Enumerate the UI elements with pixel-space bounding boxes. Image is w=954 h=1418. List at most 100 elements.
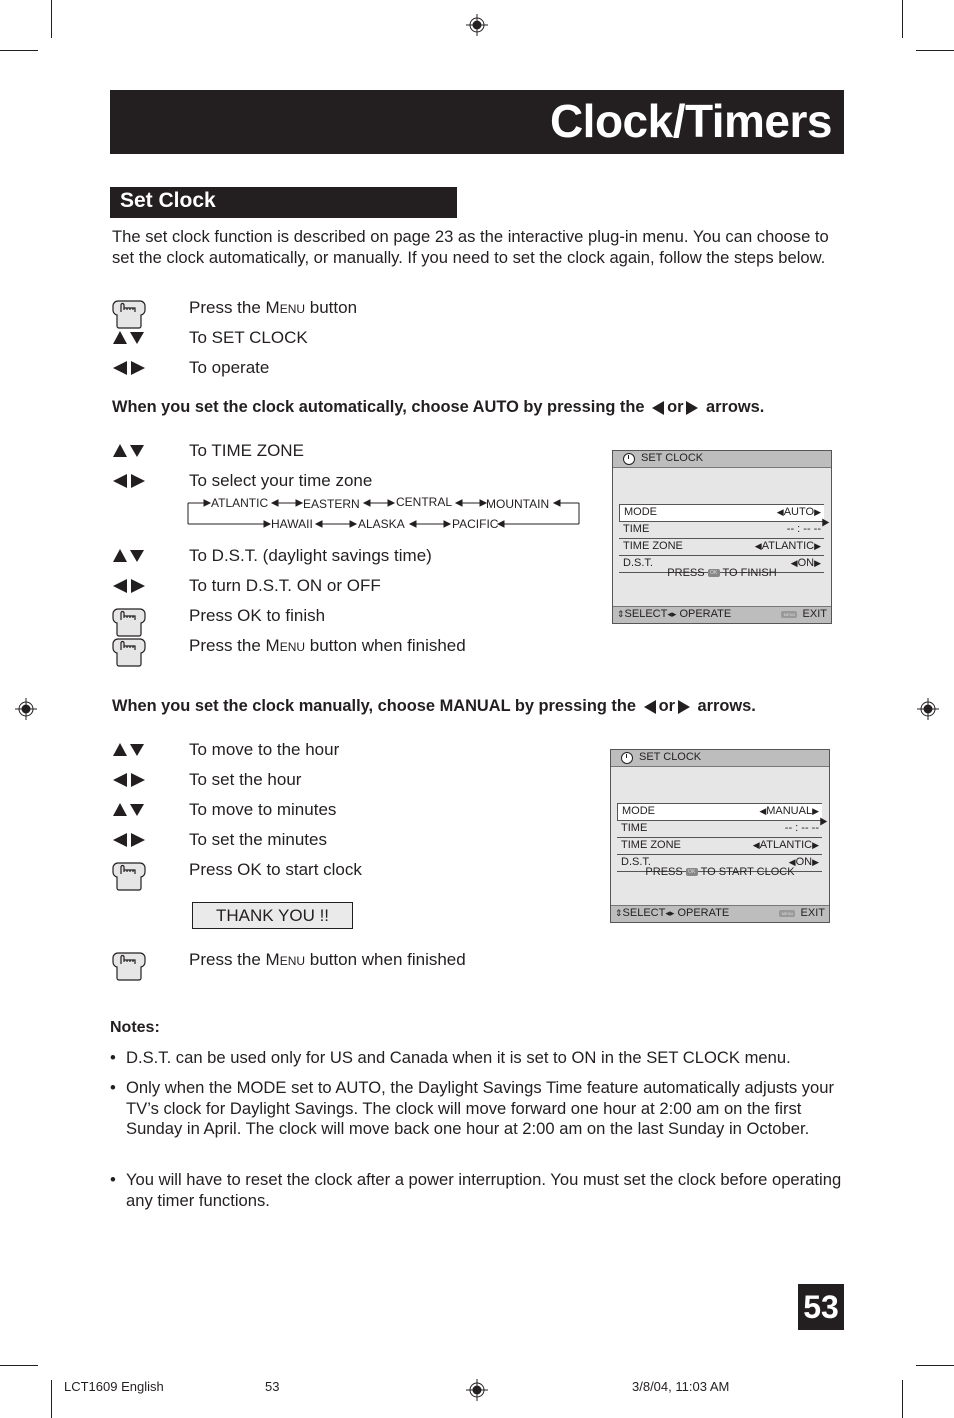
footer-doc-name: LCT1609 English bbox=[64, 1379, 164, 1394]
step-text: To TIME ZONE bbox=[189, 441, 304, 460]
page-title: Clock/Timers bbox=[549, 95, 833, 147]
manual-heading: When you set the clock manually, choose … bbox=[112, 697, 756, 715]
note-item: • Only when the MODE set to AUTO, the Day… bbox=[110, 1078, 835, 1139]
step-text: To move to the hour bbox=[189, 740, 340, 759]
hand-press-icon bbox=[112, 860, 152, 891]
osd-row[interactable]: MODE ◀MANUAL▶ bbox=[617, 803, 822, 821]
notes-title: Notes: bbox=[110, 1019, 160, 1036]
osd-row[interactable]: TIME ZONE ◀ATLANTIC▶ bbox=[617, 838, 822, 855]
osd-header: SET CLOCK bbox=[611, 750, 829, 767]
crop-mark bbox=[916, 50, 954, 51]
registration-mark-icon bbox=[466, 1379, 488, 1401]
time-zone-label: PACIFIC bbox=[452, 517, 499, 531]
up-down-arrows-icon bbox=[112, 742, 152, 772]
left-arrow-icon bbox=[652, 400, 665, 415]
osd-title: SET CLOCK bbox=[641, 452, 704, 464]
left-right-arrows-icon: ◂▸ bbox=[667, 609, 677, 619]
osd-exit-hint: MENU EXIT bbox=[781, 608, 827, 620]
step-text: Press the Menu button when finished bbox=[189, 636, 466, 655]
step-text: To SET CLOCK bbox=[189, 328, 308, 347]
osd-instruction: PRESS OK TO START CLOCK bbox=[645, 866, 795, 878]
section-header: Set Clock bbox=[110, 187, 457, 218]
hand-press-icon bbox=[112, 298, 152, 329]
step-text: To turn D.S.T. ON or OFF bbox=[189, 576, 381, 595]
osd-set-clock-auto: SET CLOCK MODE ◀AUTO▶ TIME -- : -- -- TIME ZO… bbox=[612, 450, 832, 624]
time-zone-label: MOUNTAIN bbox=[486, 497, 550, 511]
crop-mark bbox=[916, 1365, 954, 1366]
ok-button-icon: OK bbox=[685, 868, 698, 877]
page-number-badge: 53 bbox=[798, 1284, 844, 1330]
registration-mark-icon bbox=[15, 698, 37, 720]
osd-row-label: TIME bbox=[623, 523, 650, 535]
up-down-arrows-icon bbox=[112, 443, 152, 473]
left-right-arrows-icon: ◂▸ bbox=[665, 908, 675, 918]
osd-row-value: ◀MANUAL▶ bbox=[759, 805, 819, 817]
osd-footer-hint: ⇕SELECT◂▸ OPERATE bbox=[615, 907, 730, 919]
osd-row[interactable]: TIME -- : -- -- bbox=[619, 522, 824, 539]
osd-row-value: ◀ATLANTIC▶ bbox=[754, 540, 821, 552]
footer-page: 53 bbox=[265, 1379, 280, 1394]
auto-heading: When you set the clock automatically, ch… bbox=[112, 398, 765, 416]
osd-row[interactable]: MODE ◀AUTO▶ bbox=[619, 504, 824, 522]
step-text: To set the minutes bbox=[189, 830, 327, 849]
up-down-arrows-icon bbox=[112, 548, 152, 578]
crop-mark bbox=[0, 50, 38, 51]
osd-row[interactable]: TIME ZONE ◀ATLANTIC▶ bbox=[619, 539, 824, 556]
time-zone-label: HAWAII bbox=[271, 517, 313, 531]
menu-button-icon: MENU bbox=[779, 909, 796, 917]
time-zone-label: ATLANTIC bbox=[211, 496, 269, 510]
osd-row-value: ◀ATLANTIC▶ bbox=[752, 839, 819, 851]
right-arrow-icon bbox=[677, 699, 690, 714]
left-right-arrows-icon bbox=[112, 360, 152, 390]
osd-row-value: -- : -- -- bbox=[784, 822, 819, 834]
step-text: Press the Menu button bbox=[189, 298, 358, 317]
left-right-arrows-icon bbox=[112, 473, 152, 503]
osd-row-label: MODE bbox=[622, 805, 655, 817]
time-zone-cycle-diagram: ATLANTIC EASTERN CENTRAL MOUNTAIN HAWAII… bbox=[186, 494, 581, 531]
up-down-arrows-icon: ⇕ bbox=[617, 609, 625, 619]
registration-mark-icon bbox=[917, 698, 939, 720]
footer-date: 3/8/04, 11:03 AM bbox=[632, 1379, 730, 1394]
osd-row-label: MODE bbox=[624, 506, 657, 518]
note-item: • You will have to reset the clock after … bbox=[110, 1170, 842, 1210]
step-text: Press OK to start clock bbox=[189, 860, 362, 879]
crop-mark bbox=[902, 0, 903, 38]
osd-footer: ⇕SELECT◂▸ OPERATE MENU EXIT bbox=[611, 905, 829, 922]
osd-row[interactable]: TIME -- : -- -- bbox=[617, 821, 822, 838]
registration-mark-icon bbox=[466, 14, 488, 36]
step-text: To select your time zone bbox=[189, 471, 373, 490]
up-down-arrows-icon bbox=[112, 802, 152, 832]
thank-you-message: THANK YOU !! bbox=[192, 902, 353, 929]
osd-row-value: -- : -- -- bbox=[786, 523, 821, 535]
osd-row-value: ◀AUTO▶ bbox=[776, 506, 821, 518]
time-zone-label: ALASKA bbox=[358, 517, 405, 531]
up-down-arrows-icon: ⇕ bbox=[615, 908, 623, 918]
note-item: • D.S.T. can be used only for US and Cana… bbox=[110, 1048, 791, 1067]
osd-instruction: PRESS OK TO FINISH bbox=[667, 567, 777, 579]
time-zone-label: CENTRAL bbox=[396, 495, 453, 509]
left-right-arrows-icon bbox=[112, 832, 152, 862]
hand-press-icon bbox=[112, 636, 152, 667]
step-text: Press OK to finish bbox=[189, 606, 326, 625]
step-text: To operate bbox=[189, 358, 270, 377]
crop-mark bbox=[902, 1380, 903, 1418]
clock-icon bbox=[623, 453, 635, 465]
crop-mark bbox=[51, 0, 52, 38]
osd-row-label: TIME bbox=[621, 822, 648, 834]
section-title: Set Clock bbox=[120, 189, 216, 212]
left-right-arrows-icon bbox=[112, 772, 152, 802]
osd-row-label: TIME ZONE bbox=[623, 540, 683, 552]
step-text: To move to minutes bbox=[189, 800, 337, 819]
intro-paragraph: The set clock function is described on p… bbox=[112, 227, 829, 267]
ok-button-icon: OK bbox=[707, 569, 720, 578]
left-right-arrows-icon bbox=[112, 578, 152, 608]
step-text: To set the hour bbox=[189, 770, 302, 789]
osd-footer-hint: ⇕SELECT◂▸ OPERATE bbox=[617, 608, 732, 620]
up-down-arrows-icon bbox=[112, 330, 152, 360]
page-title-bar: Clock/Timers bbox=[110, 90, 844, 154]
left-arrow-icon bbox=[643, 699, 656, 714]
osd-exit-hint: MENU EXIT bbox=[779, 907, 825, 919]
osd-set-clock-manual: SET CLOCK MODE ◀MANUAL▶ TIME -- : -- -- TIME … bbox=[610, 749, 830, 923]
step-text: To D.S.T. (daylight savings time) bbox=[189, 546, 432, 565]
hand-press-icon bbox=[112, 606, 152, 637]
